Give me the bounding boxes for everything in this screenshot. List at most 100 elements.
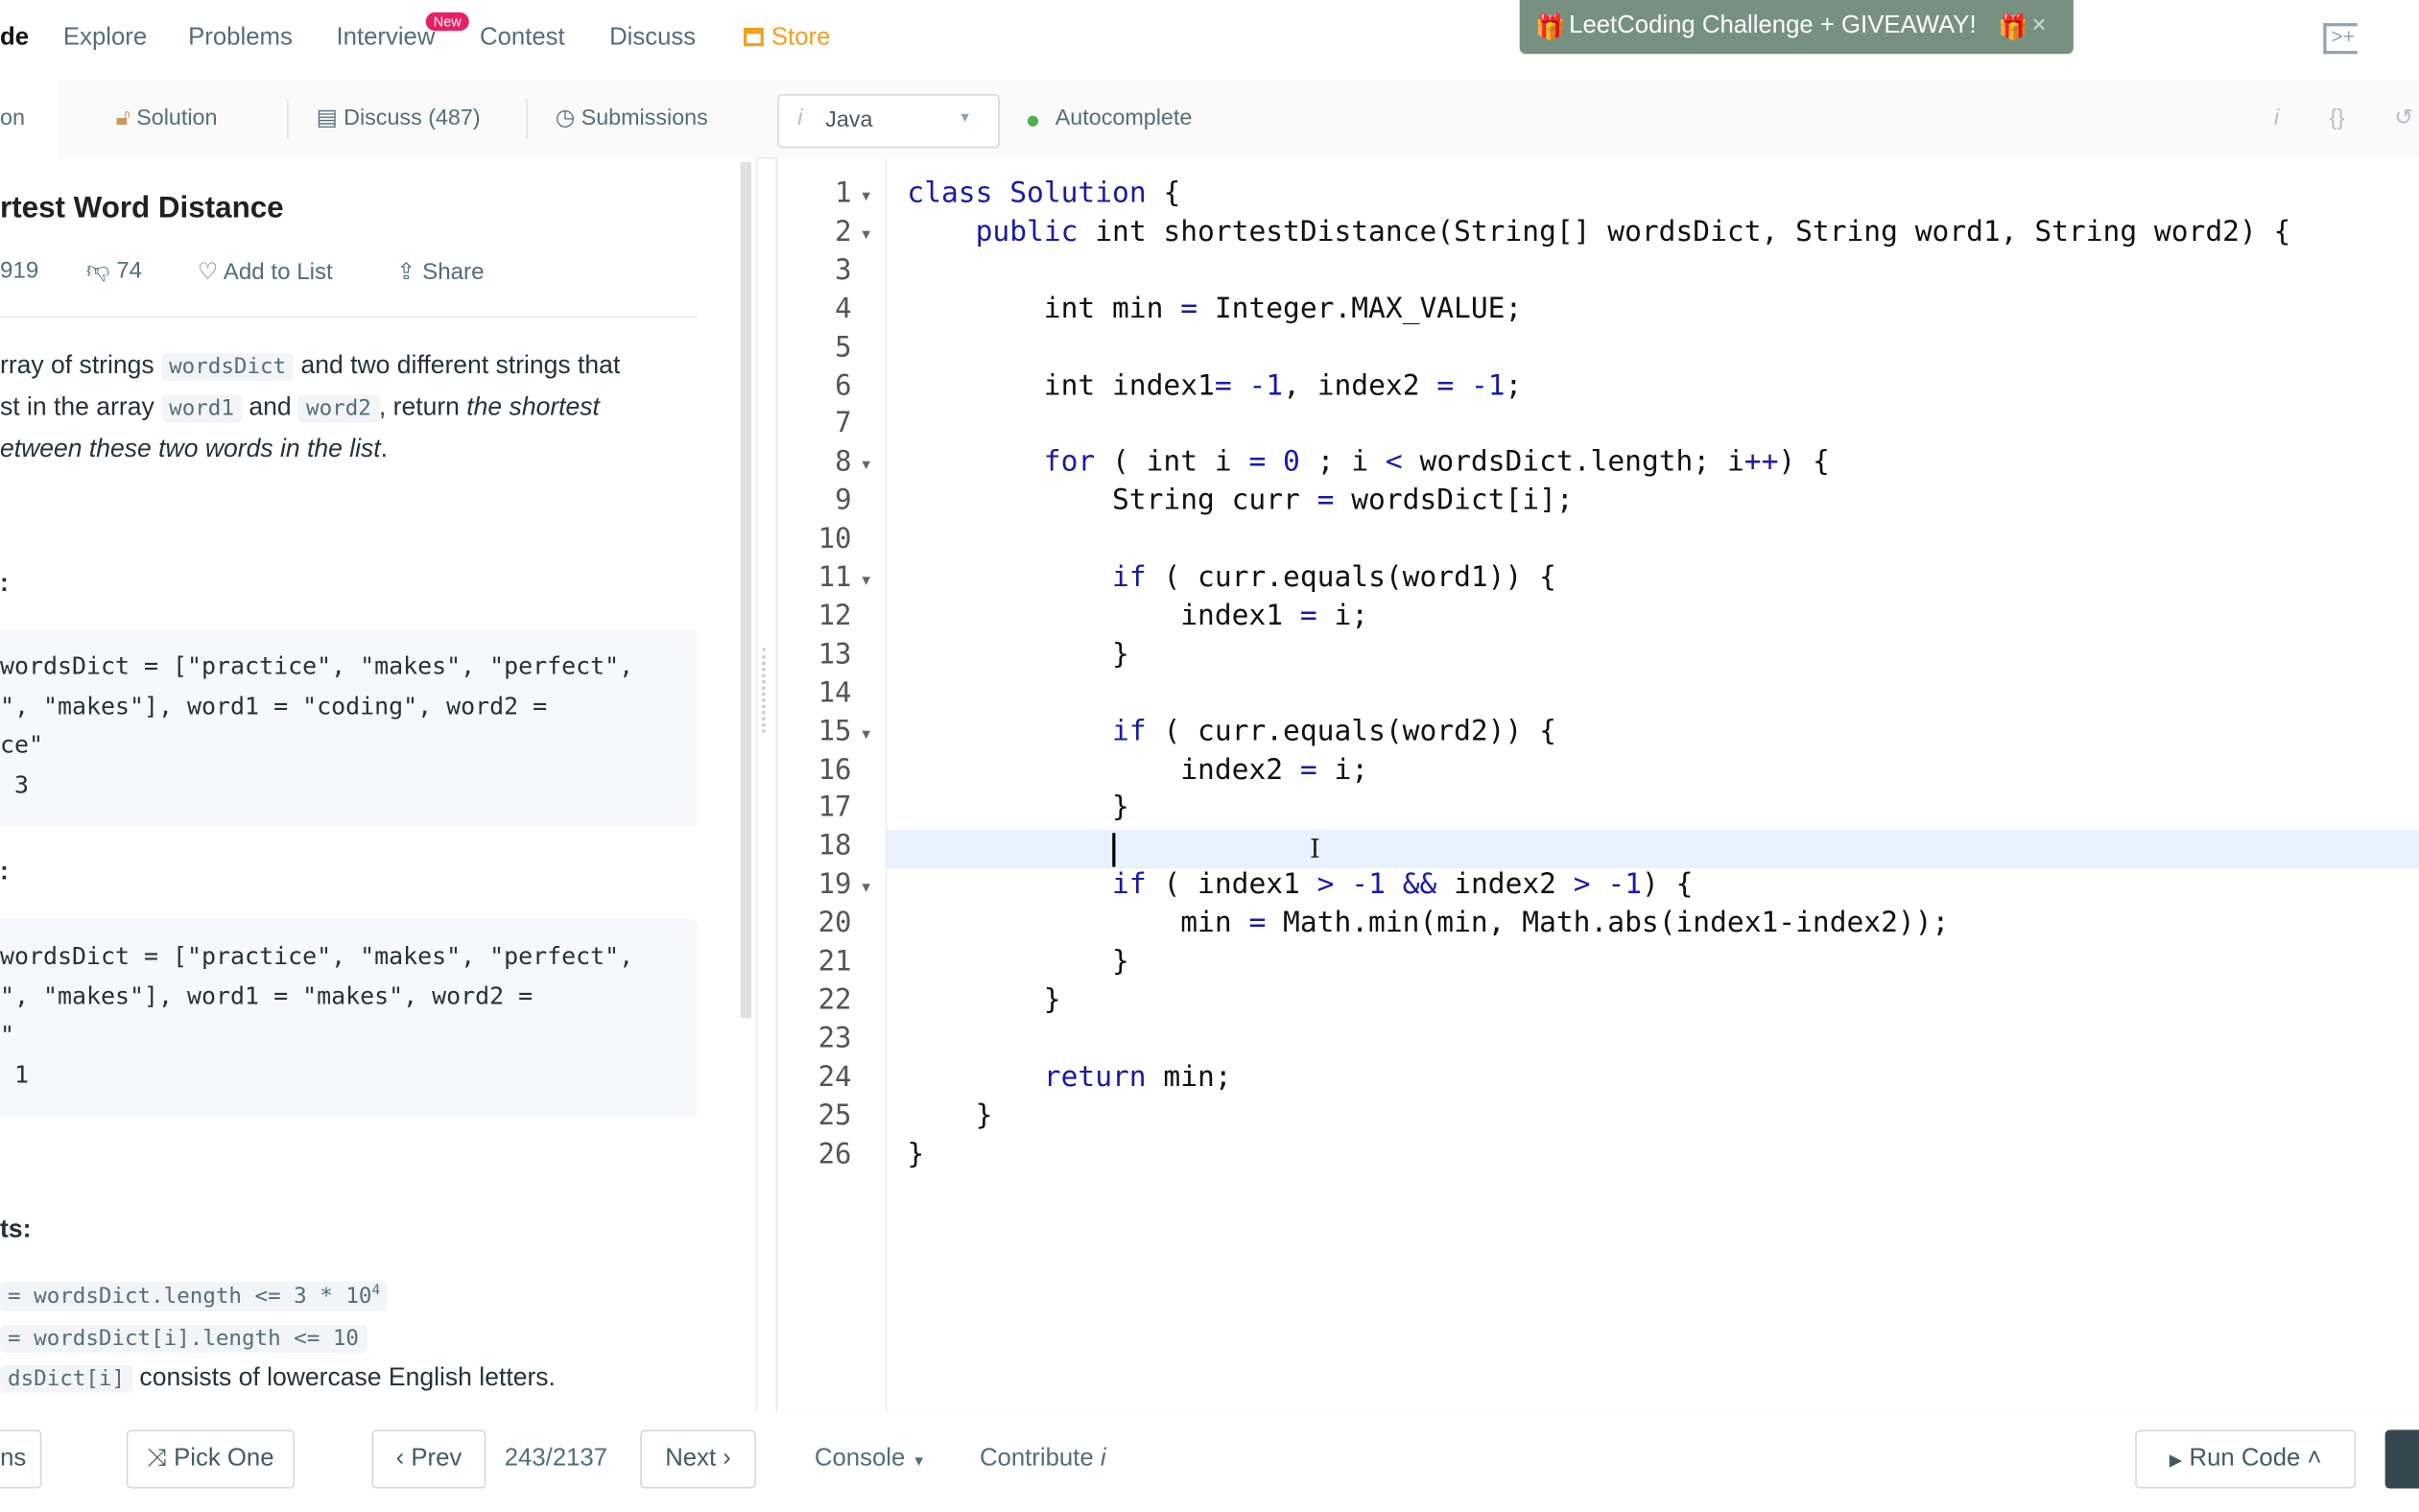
- console-button[interactable]: Console ▼: [815, 1446, 926, 1474]
- heart-icon: ♡: [197, 259, 219, 286]
- text: = wordsDict.length <= 3 * 10: [8, 1285, 372, 1311]
- run-code-label: Run Code: [2189, 1445, 2301, 1472]
- text: st in the array: [0, 392, 154, 421]
- example-1-block: wordsDict = ["practice", "makes", "perfe…: [0, 628, 698, 827]
- code-line: index2 = i;: [907, 753, 1369, 787]
- store-icon: [743, 27, 764, 47]
- problem-title: rtest Word Distance: [0, 191, 284, 225]
- text: consists of lowercase English letters.: [139, 1363, 556, 1392]
- language-select[interactable]: i Java ▼: [777, 94, 1000, 149]
- code-line: }: [907, 1137, 925, 1170]
- new-badge: New: [425, 12, 469, 32]
- example-1-heading: :: [0, 569, 9, 598]
- tab-submissions-label: Submissions: [581, 106, 708, 131]
- tab-description-label: on: [0, 106, 25, 131]
- nav-store-label: Store: [771, 24, 831, 52]
- problems-button[interactable]: ns: [0, 1429, 42, 1489]
- nav-explore[interactable]: Explore: [63, 25, 147, 53]
- code-editor[interactable]: 1 ▼ 2 ▼ 3 4 5 6 7 8 ▼ 9 10 11 ▼ 12 13 14 15 ▼ 16 17 18 19 ▼ 20 21 2…: [775, 156, 2419, 1413]
- dislikes-count: 74: [116, 257, 143, 284]
- console-label: Console: [814, 1445, 906, 1472]
- prev-label: Prev: [411, 1445, 462, 1472]
- nav-problems[interactable]: Problems: [188, 25, 293, 53]
- example-line: ", "makes"], word1 = "coding", word2 =: [0, 692, 548, 721]
- tab-discuss[interactable]: ▤ Discuss (487): [317, 106, 481, 131]
- code-line: int index1= -1, index2 = -1;: [907, 369, 1523, 402]
- clock-icon: ◷: [555, 106, 576, 131]
- dislike-button[interactable]: 👎︎ 74: [86, 258, 142, 286]
- code-line: public int shortestDistance(String[] wor…: [975, 215, 2291, 248]
- inline-code: dsDict[i]: [0, 1364, 133, 1393]
- inline-code: = wordsDict.length <= 3 * 104: [0, 1282, 389, 1311]
- share-icon: ⇪: [396, 259, 416, 286]
- divider: [0, 316, 698, 319]
- submit-button[interactable]: [2384, 1429, 2419, 1489]
- top-nav: de Explore Problems Interview New Contes…: [0, 0, 2419, 83]
- gift-icon: 🎁: [1998, 15, 2029, 42]
- tab-solution[interactable]: 🔓︎ Solution: [116, 106, 218, 131]
- chevron-right-icon: ›: [723, 1445, 731, 1472]
- nav-store[interactable]: Store: [743, 24, 831, 53]
- divider: [287, 98, 289, 139]
- code-area[interactable]: class Solution { public int shortestDist…: [777, 157, 2419, 1411]
- code-line: String curr = wordsDict[i];: [907, 484, 1574, 517]
- example-line: wordsDict = ["practice", "makes", "perfe…: [0, 942, 634, 971]
- constraint-item: = wordsDict[i].length <= 10: [0, 1323, 367, 1354]
- tab-description[interactable]: on: [0, 80, 59, 159]
- code-line: return min;: [1043, 1060, 1232, 1094]
- share-button[interactable]: ⇪ Share: [396, 258, 484, 286]
- pick-one-label: Pick One: [174, 1445, 274, 1472]
- inline-code: = wordsDict[i].length <= 10: [0, 1325, 367, 1354]
- code-line: index1 = i;: [907, 600, 1369, 633]
- code-line: int min = Integer.MAX_VALUE;: [907, 292, 1523, 325]
- example-line: ", "makes"], word1 = "makes", word2 =: [0, 982, 534, 1011]
- nav-discuss[interactable]: Discuss: [609, 25, 696, 53]
- autocomplete-toggle[interactable]: Autocomplete: [1055, 106, 1193, 131]
- pick-one-button[interactable]: ⤨ Pick One: [126, 1429, 296, 1489]
- gift-icon: 🎁: [1534, 15, 1566, 42]
- code-line: if ( curr.equals(word2)) {: [1112, 715, 1556, 748]
- constraints-heading: ts:: [0, 1215, 32, 1243]
- prev-button[interactable]: ‹ Prev: [371, 1429, 486, 1489]
- add-to-list-button[interactable]: ♡ Add to List: [197, 258, 333, 286]
- code-line: }: [907, 1099, 993, 1132]
- info-icon: i: [797, 106, 803, 131]
- divider: [526, 98, 528, 139]
- reset-icon[interactable]: ↺: [2394, 106, 2413, 131]
- superscript: 4: [371, 1284, 381, 1300]
- add-to-list-label: Add to List: [223, 259, 333, 286]
- terminal-plus-icon[interactable]: >+: [2323, 23, 2358, 55]
- code-line: }: [907, 983, 1061, 1017]
- code-line: for ( int i = 0 ; i < wordsDict.length; …: [1043, 446, 1830, 479]
- promo-banner[interactable]: 🎁 LeetCoding Challenge + GIVEAWAY! 🎁 ×: [1519, 0, 2074, 55]
- contribute-button[interactable]: Contribute i: [980, 1446, 1106, 1474]
- banner-close-icon[interactable]: ×: [2031, 12, 2046, 40]
- tab-solution-label: Solution: [136, 106, 218, 131]
- info-icon[interactable]: i: [2274, 106, 2279, 131]
- example-line: wordsDict = ["practice", "makes", "perfe…: [0, 652, 634, 681]
- code-line: }: [907, 638, 1129, 672]
- comment-icon: ▤: [316, 106, 338, 131]
- example-2-block: wordsDict = ["practice", "makes", "perfe…: [0, 919, 698, 1118]
- logo[interactable]: de: [0, 25, 29, 53]
- run-code-button[interactable]: ▶ Run Code ˄: [2135, 1429, 2357, 1489]
- play-icon: ▶: [2169, 1451, 2183, 1471]
- emphasis: the shortest: [466, 392, 600, 421]
- code-line: min = Math.min(min, Math.abs(index1-inde…: [907, 907, 1950, 940]
- format-braces-icon[interactable]: {}: [2330, 106, 2345, 131]
- thumbs-down-icon: 👎︎: [86, 257, 110, 284]
- code-line: }: [907, 791, 1129, 825]
- example-line: ": [0, 1021, 15, 1050]
- left-panel-scrollbar[interactable]: [740, 161, 751, 1019]
- next-button[interactable]: Next ›: [640, 1429, 756, 1489]
- description-line: st in the array word1 and word2, return …: [0, 393, 600, 423]
- example-line: 1: [0, 1061, 30, 1090]
- text: .: [380, 435, 389, 463]
- resize-handle[interactable]: [762, 648, 770, 733]
- description-line: etween these two words in the list.: [0, 435, 388, 464]
- nav-interview[interactable]: Interview: [337, 25, 436, 53]
- tab-submissions[interactable]: ◷ Submissions: [556, 106, 708, 131]
- nav-contest[interactable]: Contest: [480, 25, 565, 53]
- info-icon: i: [1100, 1445, 1106, 1472]
- likes-count[interactable]: 919: [0, 258, 38, 284]
